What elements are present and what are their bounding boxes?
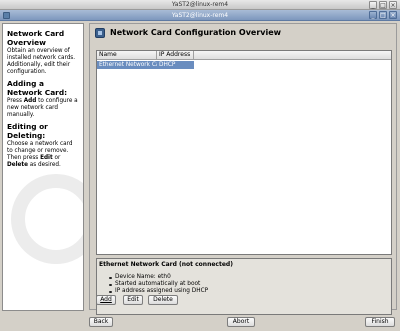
yast-app-icon bbox=[3, 12, 10, 19]
network-card-icon bbox=[95, 28, 105, 38]
inner-minimize-button[interactable]: _ bbox=[369, 11, 377, 19]
network-card-table[interactable]: Name IP Address Ethernet Network Card DH… bbox=[96, 50, 392, 255]
column-header-ip-address[interactable]: IP Address bbox=[157, 51, 194, 59]
details-item: IP address assigned using DHCP bbox=[109, 288, 389, 295]
page-title: Network Card Configuration Overview bbox=[110, 28, 282, 37]
help-section-adding: Adding a Network Card: Press Add to conf… bbox=[7, 79, 79, 119]
help-section-overview: Network Card Overview Obtain an overview… bbox=[7, 29, 79, 76]
main-content-frame: Network Card Configuration Overview Name… bbox=[89, 23, 397, 315]
outer-window-controls: _ □ × bbox=[369, 1, 397, 9]
inner-window-title: YaST2@linux-rem4 bbox=[171, 12, 229, 19]
cell-ip-address: DHCP bbox=[159, 62, 176, 68]
table-row[interactable]: Ethernet Network Card DHCP bbox=[97, 61, 194, 69]
help-text-editing: Choose a network card to change or remov… bbox=[7, 141, 73, 168]
inner-window-controls: _ □ × bbox=[369, 11, 397, 19]
details-list: Device Name: eth0 Started automatically … bbox=[109, 274, 389, 295]
edit-button[interactable]: Edit bbox=[123, 295, 143, 305]
abort-button[interactable]: Abort bbox=[227, 317, 255, 327]
outer-title-bar: YaST2@linux-rem4 _ □ × bbox=[0, 0, 400, 10]
outer-window-title: YaST2@linux-rem4 bbox=[171, 1, 229, 8]
details-item: Started automatically at boot bbox=[109, 281, 389, 288]
table-header: Name IP Address bbox=[97, 51, 391, 60]
add-button[interactable]: Add bbox=[96, 295, 116, 305]
help-section-editing: Editing or Deleting: Choose a network ca… bbox=[7, 122, 79, 169]
card-details-panel: Ethernet Network Card (not connected) De… bbox=[96, 258, 392, 315]
help-heading-editing: Editing or Deleting: bbox=[7, 122, 48, 140]
details-title: Ethernet Network Card (not connected) bbox=[99, 261, 233, 268]
help-heading-adding: Adding a Network Card: bbox=[7, 79, 68, 97]
maximize-button[interactable]: □ bbox=[379, 1, 387, 9]
minimize-button[interactable]: _ bbox=[369, 1, 377, 9]
column-header-name[interactable]: Name bbox=[97, 51, 157, 59]
back-button[interactable]: Back bbox=[89, 317, 113, 327]
delete-button[interactable]: Delete bbox=[148, 295, 178, 305]
inner-close-button[interactable]: × bbox=[389, 11, 397, 19]
inner-title-bar: YaST2@linux-rem4 _ □ × bbox=[0, 10, 400, 21]
close-button[interactable]: × bbox=[389, 1, 397, 9]
help-panel: Network Card Overview Obtain an overview… bbox=[2, 23, 84, 311]
cell-name: Ethernet Network Card bbox=[99, 62, 157, 68]
help-heading-overview: Network Card Overview bbox=[7, 29, 65, 47]
finish-button[interactable]: Finish bbox=[365, 317, 395, 327]
inner-maximize-button[interactable]: □ bbox=[379, 11, 387, 19]
help-text-overview: Obtain an overview of installed network … bbox=[7, 48, 76, 75]
help-text-adding: Press Add to configure a new network car… bbox=[7, 98, 78, 118]
watermark-icon bbox=[11, 174, 83, 264]
details-item: Device Name: eth0 bbox=[109, 274, 389, 281]
